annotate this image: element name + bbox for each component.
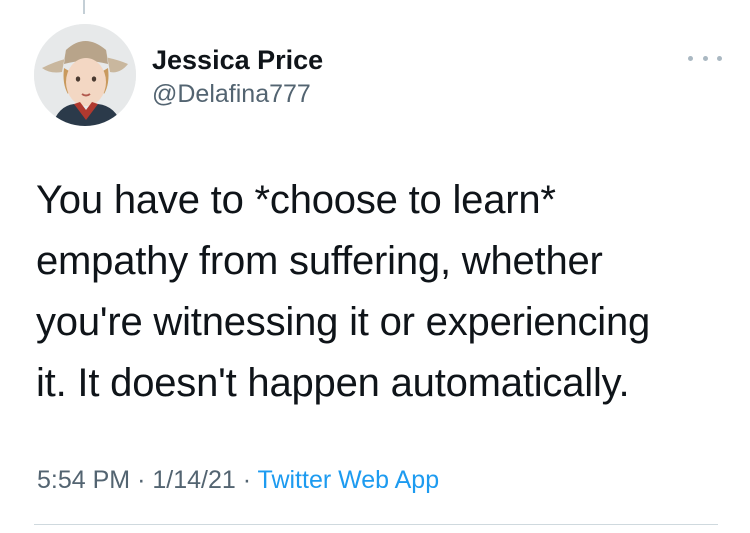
tweet-source-link[interactable]: Twitter Web App [258,466,440,494]
tweet-header: Jessica Price @Delafina777 [34,24,724,134]
more-options-icon[interactable] [688,48,722,68]
more-dot [717,55,722,61]
more-dot [688,55,693,61]
more-dot [702,55,708,61]
author-names: Jessica Price @Delafina777 [152,44,323,110]
avatar-image [34,24,136,126]
tweet-text-line: it. It doesn't happen automatically. [36,361,630,405]
tweet-date[interactable]: 1/14/21 [152,466,235,494]
user-handle[interactable]: @Delafina777 [152,78,323,110]
thread-line [83,0,85,14]
tweet-text-line: you're witnessing it or experiencing [36,300,651,344]
avatar[interactable] [34,24,136,126]
tweet-meta: 5:54 PM · 1/14/21 · Twitter Web App [37,464,439,496]
display-name[interactable]: Jessica Price [152,44,323,76]
tweet-text: You have to *choose to learn* empathy fr… [36,170,716,414]
tweet-time[interactable]: 5:54 PM [37,466,130,494]
tweet-text-line: You have to *choose to learn* [36,178,556,222]
meta-separator: · [242,466,252,494]
divider [34,524,718,525]
tweet-text-line: empathy from suffering, whether [36,239,603,283]
meta-separator: · [137,466,146,494]
